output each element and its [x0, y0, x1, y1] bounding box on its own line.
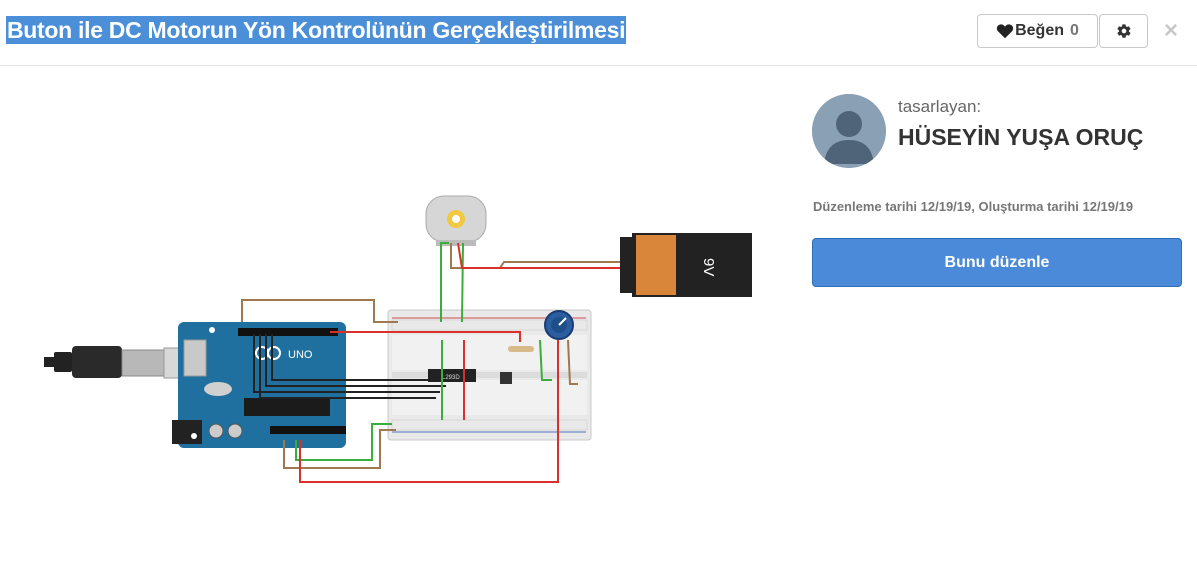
settings-button[interactable] — [1099, 14, 1148, 48]
like-count: 0 — [1070, 22, 1079, 39]
resistor[interactable] — [508, 346, 534, 352]
user-silhouette-icon — [812, 94, 886, 168]
potentiometer[interactable] — [544, 310, 574, 340]
circuit-diagram: UNO L293D 9V — [44, 195, 752, 483]
page-title: Buton ile DC Motorun Yön Kontrolünün Ger… — [6, 16, 627, 44]
edit-dates: Düzenleme tarihi 12/19/19, Oluşturma tar… — [813, 199, 1134, 214]
like-label: Beğen — [1015, 22, 1064, 39]
circuit-canvas[interactable]: UNO L293D 9V — [0, 67, 800, 558]
close-button[interactable]: × — [1158, 16, 1184, 46]
gear-icon — [1116, 24, 1130, 38]
dc-motor[interactable] — [425, 195, 487, 246]
battery-9v[interactable]: 9V — [620, 233, 752, 297]
usb-cable — [44, 346, 185, 379]
heart-icon — [996, 24, 1014, 39]
chip-label: L293D — [442, 375, 460, 381]
edit-design-button[interactable]: Bunu düzenle — [812, 238, 1182, 287]
battery-label: 9V — [700, 258, 717, 276]
close-icon: × — [1163, 17, 1178, 44]
motor-driver-chip[interactable]: L293D — [428, 369, 476, 382]
push-button-component[interactable] — [500, 372, 512, 384]
header-bar: Buton ile DC Motorun Yön Kontrolünün Ger… — [0, 0, 1197, 66]
author-name[interactable]: HÜSEYİN YUŞA ORUÇ — [898, 124, 1143, 151]
like-button[interactable]: Beğen 0 — [977, 14, 1098, 48]
designed-by-label: tasarlayan: — [898, 97, 982, 116]
board-label: UNO — [288, 349, 313, 361]
avatar[interactable] — [812, 94, 886, 168]
